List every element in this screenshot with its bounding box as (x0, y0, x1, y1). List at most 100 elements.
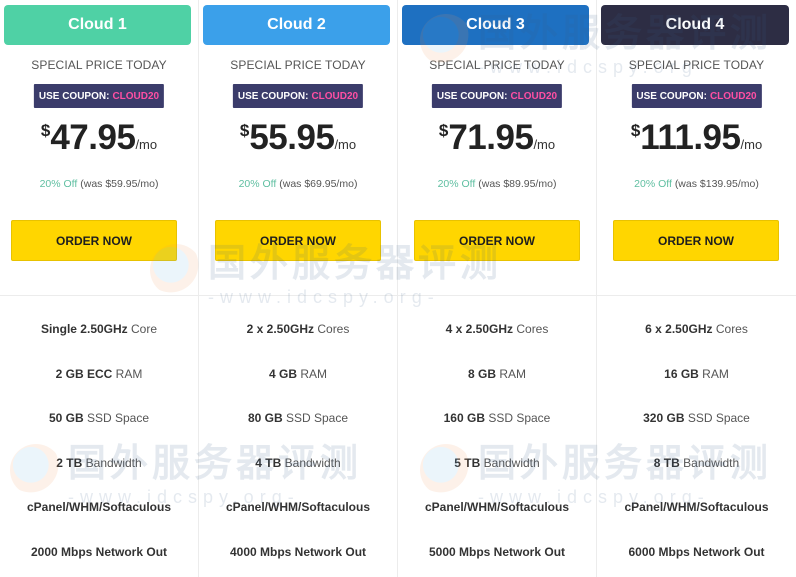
price-amount: 55.95 (249, 118, 335, 157)
feature-value: 16 GB (664, 367, 699, 381)
feature-cpu: 4 x 2.50GHz Cores (398, 322, 596, 336)
feature-value: 4 TB (255, 456, 282, 470)
feature-unit: SSD Space (83, 411, 150, 425)
discount-percent: 20% Off (238, 178, 277, 190)
coupon-code: CLOUD20 (510, 90, 558, 102)
feature-value: 8 GB (467, 367, 496, 381)
price-currency: $ (239, 121, 250, 140)
coupon-label: USE COUPON: (436, 90, 508, 102)
price-currency: $ (438, 121, 449, 140)
feature-unit: Cores (513, 322, 549, 336)
feature-unit: RAM (112, 367, 143, 381)
feature-unit: Bandwidth (679, 456, 740, 470)
plan-cloud-4: Cloud 4 SPECIAL PRICE TODAY USE COUPON: C… (597, 0, 796, 577)
feature-bandwidth: 8 TB Bandwidth (597, 456, 796, 470)
feature-unit: RAM (297, 367, 327, 381)
feature-ram: 8 GB RAM (398, 367, 596, 381)
price-amount: 71.95 (448, 118, 534, 157)
feature-value: 5000 Mbps Network Out (428, 545, 566, 559)
feature-control-panel: cPanel/WHM/Softaculous (0, 500, 198, 514)
feature-storage: 80 GB SSD Space (199, 411, 397, 425)
original-price: (was $59.95/mo) (80, 178, 159, 190)
price-period: /mo (533, 137, 556, 152)
coupon-label: USE COUPON: (636, 90, 707, 102)
feature-control-panel: cPanel/WHM/Softaculous (597, 500, 796, 514)
feature-value: 4 GB (268, 367, 297, 381)
plan-header: Cloud 3 (402, 5, 589, 45)
price-period: /mo (135, 137, 158, 152)
coupon-label: USE COUPON: (237, 90, 309, 102)
original-price: (was $89.95/mo) (478, 178, 557, 190)
discount-note: 20% Off (was $59.95/mo) (0, 178, 198, 190)
feature-value: 5 TB (454, 456, 481, 470)
feature-ram: 16 GB RAM (597, 367, 796, 381)
feature-network: 5000 Mbps Network Out (398, 545, 596, 559)
coupon-code: CLOUD20 (709, 90, 757, 102)
price-currency: $ (40, 121, 51, 140)
feature-cpu: 6 x 2.50GHz Cores (597, 322, 796, 336)
feature-unit: Cores (712, 322, 748, 336)
special-price-label: SPECIAL PRICE TODAY (230, 58, 366, 72)
feature-value: 4000 Mbps Network Out (229, 545, 367, 559)
special-price-label: SPECIAL PRICE TODAY (429, 58, 565, 72)
feature-bandwidth: 2 TB Bandwidth (0, 456, 198, 470)
feature-value: 6 x 2.50GHz (645, 322, 713, 336)
coupon-code: CLOUD20 (311, 90, 359, 102)
coupon-code: CLOUD20 (112, 90, 160, 102)
feature-unit: SSD Space (484, 411, 551, 425)
discount-percent: 20% Off (437, 178, 476, 190)
coupon-label: USE COUPON: (38, 90, 110, 102)
price-amount: 47.95 (50, 118, 136, 157)
feature-value: 160 GB (443, 411, 485, 425)
coupon-badge: USE COUPON: CLOUD20 (431, 84, 563, 108)
feature-storage: 160 GB SSD Space (398, 411, 596, 425)
feature-network: 4000 Mbps Network Out (199, 545, 397, 559)
feature-unit: Cores (314, 322, 350, 336)
feature-cpu: Single 2.50GHz Core (0, 322, 198, 336)
plan-header: Cloud 2 (203, 5, 390, 45)
price: $111.95/mo (597, 118, 796, 158)
price: $47.95/mo (0, 118, 198, 158)
discount-percent: 20% Off (39, 178, 78, 190)
discount-percent: 20% Off (634, 178, 672, 190)
order-now-button[interactable]: ORDER NOW (215, 220, 381, 261)
feature-value: 4 x 2.50GHz (445, 322, 514, 336)
divider (398, 295, 596, 296)
feature-control-panel: cPanel/WHM/Softaculous (199, 500, 397, 514)
pricing-table: Cloud 1 SPECIAL PRICE TODAY USE COUPON: C… (0, 0, 796, 577)
order-now-button[interactable]: ORDER NOW (613, 220, 779, 261)
feature-value: 2 x 2.50GHz (246, 322, 315, 336)
price-period: /mo (334, 137, 357, 152)
feature-bandwidth: 4 TB Bandwidth (199, 456, 397, 470)
feature-value: cPanel/WHM/Softaculous (225, 500, 371, 514)
divider (597, 295, 796, 296)
discount-note: 20% Off (was $139.95/mo) (597, 178, 796, 190)
order-now-button[interactable]: ORDER NOW (11, 220, 177, 261)
price-period: /mo (740, 137, 763, 152)
special-price-label: SPECIAL PRICE TODAY (31, 58, 167, 72)
feature-unit: Bandwidth (82, 456, 142, 470)
plan-header: Cloud 4 (601, 5, 789, 45)
feature-value: 320 GB (643, 411, 685, 425)
feature-ram: 2 GB ECC RAM (0, 367, 198, 381)
feature-unit: Bandwidth (281, 456, 341, 470)
feature-ram: 4 GB RAM (199, 367, 397, 381)
original-price: (was $139.95/mo) (674, 178, 759, 190)
price: $71.95/mo (398, 118, 596, 158)
divider (199, 295, 397, 296)
feature-unit: SSD Space (282, 411, 349, 425)
coupon-badge: USE COUPON: CLOUD20 (232, 84, 364, 108)
feature-value: cPanel/WHM/Softaculous (424, 500, 570, 514)
feature-value: Single 2.50GHz (40, 322, 128, 336)
special-price-label: SPECIAL PRICE TODAY (628, 58, 765, 72)
feature-value: 2 GB ECC (55, 367, 113, 381)
discount-note: 20% Off (was $89.95/mo) (398, 178, 596, 190)
feature-value: 50 GB (48, 411, 84, 425)
order-now-button[interactable]: ORDER NOW (414, 220, 580, 261)
feature-unit: Core (127, 322, 158, 336)
feature-unit: Bandwidth (480, 456, 540, 470)
feature-value: cPanel/WHM/Softaculous (26, 500, 172, 514)
coupon-badge: USE COUPON: CLOUD20 (33, 84, 165, 108)
feature-value: 80 GB (247, 411, 283, 425)
feature-value: 8 TB (653, 456, 680, 470)
